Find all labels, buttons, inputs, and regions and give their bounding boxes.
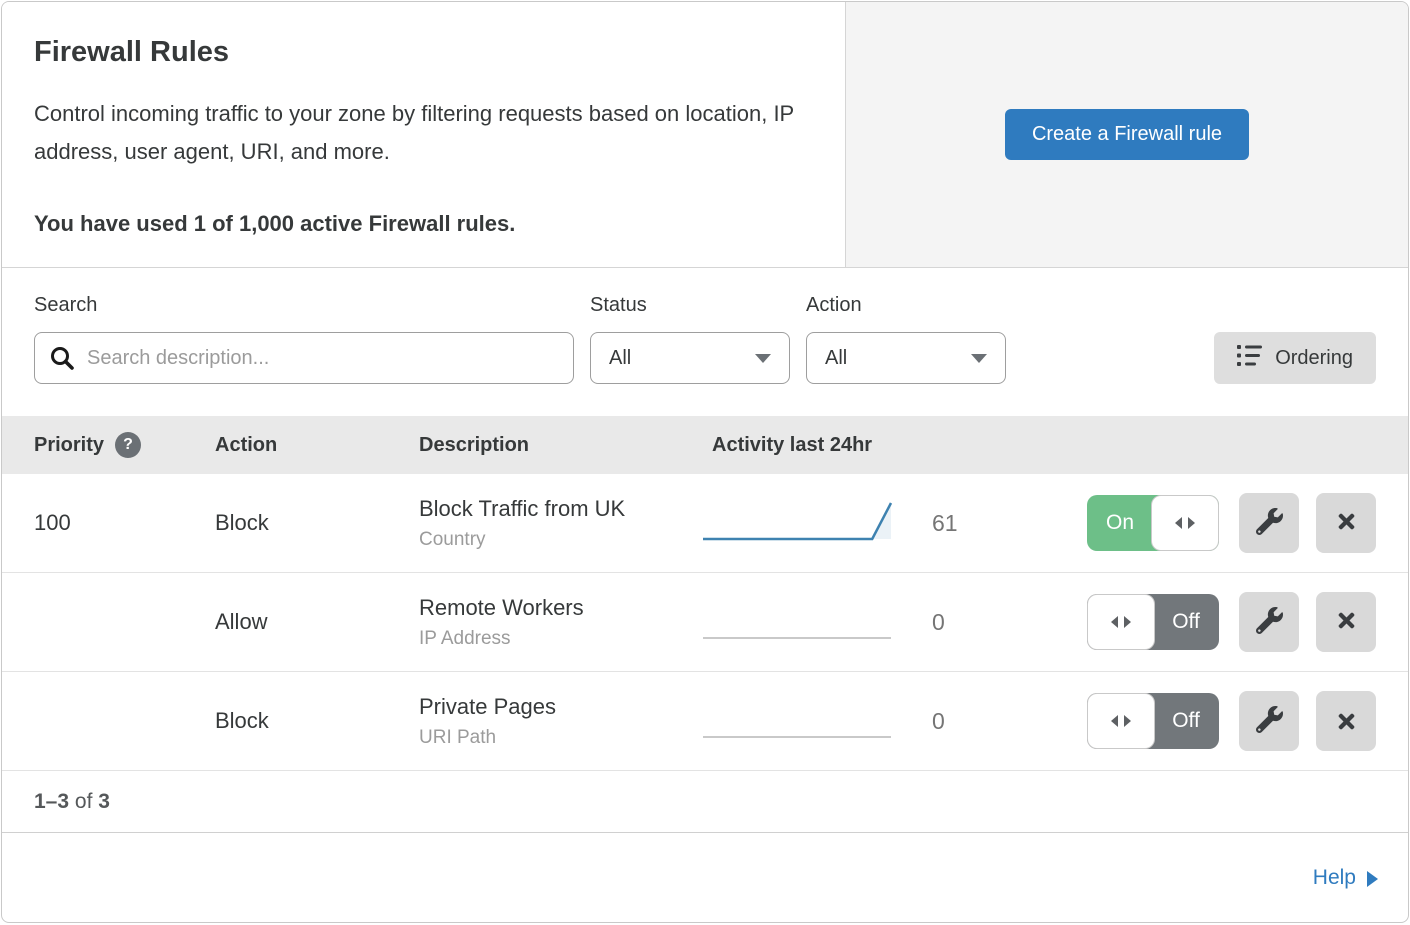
ordering-button[interactable]: Ordering	[1214, 332, 1376, 384]
filter-bar: Search Status All Action	[2, 268, 1408, 416]
rule-toggle-cell: Off	[1087, 594, 1239, 650]
rule-priority: 100	[34, 510, 215, 536]
ordered-list-icon	[1237, 344, 1262, 373]
left-right-arrows-icon	[1087, 693, 1155, 749]
question-circle-icon[interactable]: ?	[115, 432, 141, 458]
search-input[interactable]	[34, 332, 574, 384]
activity-sparkline	[703, 491, 918, 555]
header-section: Firewall Rules Control incoming traffic …	[2, 2, 1408, 268]
action-select-value: All	[825, 347, 847, 370]
toggle-state-label: On	[1087, 495, 1153, 551]
chevron-down-icon	[971, 354, 987, 363]
table-header: Priority ? Action Description Activity l…	[2, 416, 1408, 474]
rule-title: Block Traffic from UK	[419, 496, 703, 522]
arrow-right-icon	[1367, 871, 1378, 887]
activity-sparkline	[703, 689, 918, 753]
pagination-of: of	[75, 790, 93, 814]
rule-edit-cell	[1239, 592, 1316, 652]
rule-edit-cell	[1239, 691, 1316, 751]
rule-match-type: IP Address	[419, 628, 703, 650]
activity-count: 0	[918, 708, 1087, 735]
rule-action: Allow	[215, 609, 419, 635]
column-priority: Priority ?	[34, 432, 215, 458]
header-action-area: Create a Firewall rule	[845, 2, 1408, 267]
rule-match-type: URI Path	[419, 727, 703, 749]
column-action: Action	[215, 434, 419, 457]
table-row: Block Private Pages URI Path 0 Off	[2, 672, 1408, 771]
delete-rule-button[interactable]	[1316, 493, 1376, 553]
rule-match-type: Country	[419, 529, 703, 551]
action-label: Action	[806, 294, 1006, 317]
table-row: Allow Remote Workers IP Address 0 Off	[2, 573, 1408, 672]
x-icon	[1335, 609, 1358, 635]
rule-enabled-toggle[interactable]: On	[1087, 495, 1219, 551]
ordering-button-label: Ordering	[1275, 347, 1353, 370]
toggle-state-label: Off	[1153, 594, 1219, 650]
page-title: Firewall Rules	[34, 36, 813, 69]
toggle-state-label: Off	[1153, 693, 1219, 749]
activity-count: 0	[918, 609, 1087, 636]
help-link[interactable]: Help	[1313, 866, 1378, 890]
x-icon	[1335, 510, 1358, 536]
chevron-down-icon	[755, 354, 771, 363]
wrench-icon	[1256, 508, 1283, 538]
create-firewall-rule-button[interactable]: Create a Firewall rule	[1005, 109, 1249, 160]
edit-rule-button[interactable]	[1239, 493, 1299, 553]
action-filter-group: Action All	[806, 294, 1006, 384]
search-box	[34, 332, 574, 384]
rule-action: Block	[215, 708, 419, 734]
x-icon	[1335, 710, 1358, 733]
page-description: Control incoming traffic to your zone by…	[34, 95, 809, 171]
delete-rule-button[interactable]	[1316, 691, 1376, 751]
help-bar: Help	[2, 833, 1408, 922]
rule-description-cell: Private Pages URI Path	[419, 694, 703, 749]
left-right-arrows-icon	[1087, 594, 1155, 650]
wrench-icon	[1256, 607, 1283, 637]
rule-description-cell: Block Traffic from UK Country	[419, 496, 703, 551]
rule-action: Block	[215, 510, 419, 536]
search-label: Search	[34, 294, 574, 317]
rule-description-cell: Remote Workers IP Address	[419, 595, 703, 650]
pagination-range: 1–3	[34, 790, 69, 814]
table-row: 100 Block Block Traffic from UK Country …	[2, 474, 1408, 573]
pagination-total: 3	[98, 790, 110, 814]
rule-enabled-toggle[interactable]: Off	[1087, 594, 1219, 650]
column-activity: Activity last 24hr	[703, 434, 1087, 457]
status-filter-group: Status All	[590, 294, 790, 384]
rule-enabled-toggle[interactable]: Off	[1087, 693, 1219, 749]
pagination-bar: 1–3 of 3	[2, 771, 1408, 833]
wrench-icon	[1256, 706, 1283, 736]
firewall-rules-panel: Firewall Rules Control incoming traffic …	[1, 1, 1409, 923]
status-label: Status	[590, 294, 790, 317]
activity-count: 61	[918, 510, 1087, 537]
status-select-value: All	[609, 347, 631, 370]
action-select[interactable]: All	[806, 332, 1006, 384]
rule-edit-cell	[1239, 493, 1316, 553]
priority-column-label: Priority	[34, 434, 104, 457]
status-select[interactable]: All	[590, 332, 790, 384]
edit-rule-button[interactable]	[1239, 691, 1299, 751]
rule-delete-cell	[1316, 493, 1376, 553]
rule-toggle-cell: Off	[1087, 693, 1239, 749]
activity-sparkline	[703, 590, 918, 654]
usage-note: You have used 1 of 1,000 active Firewall…	[34, 211, 813, 237]
rule-toggle-cell: On	[1087, 495, 1239, 551]
edit-rule-button[interactable]	[1239, 592, 1299, 652]
column-description: Description	[419, 434, 703, 457]
left-right-arrows-icon	[1151, 495, 1219, 551]
help-link-label: Help	[1313, 866, 1356, 890]
rule-title: Remote Workers	[419, 595, 703, 621]
rule-delete-cell	[1316, 691, 1376, 751]
search-icon	[49, 345, 75, 376]
rule-delete-cell	[1316, 592, 1376, 652]
rule-title: Private Pages	[419, 694, 703, 720]
header-text-block: Firewall Rules Control incoming traffic …	[2, 2, 845, 267]
delete-rule-button[interactable]	[1316, 592, 1376, 652]
search-group: Search	[34, 294, 574, 384]
